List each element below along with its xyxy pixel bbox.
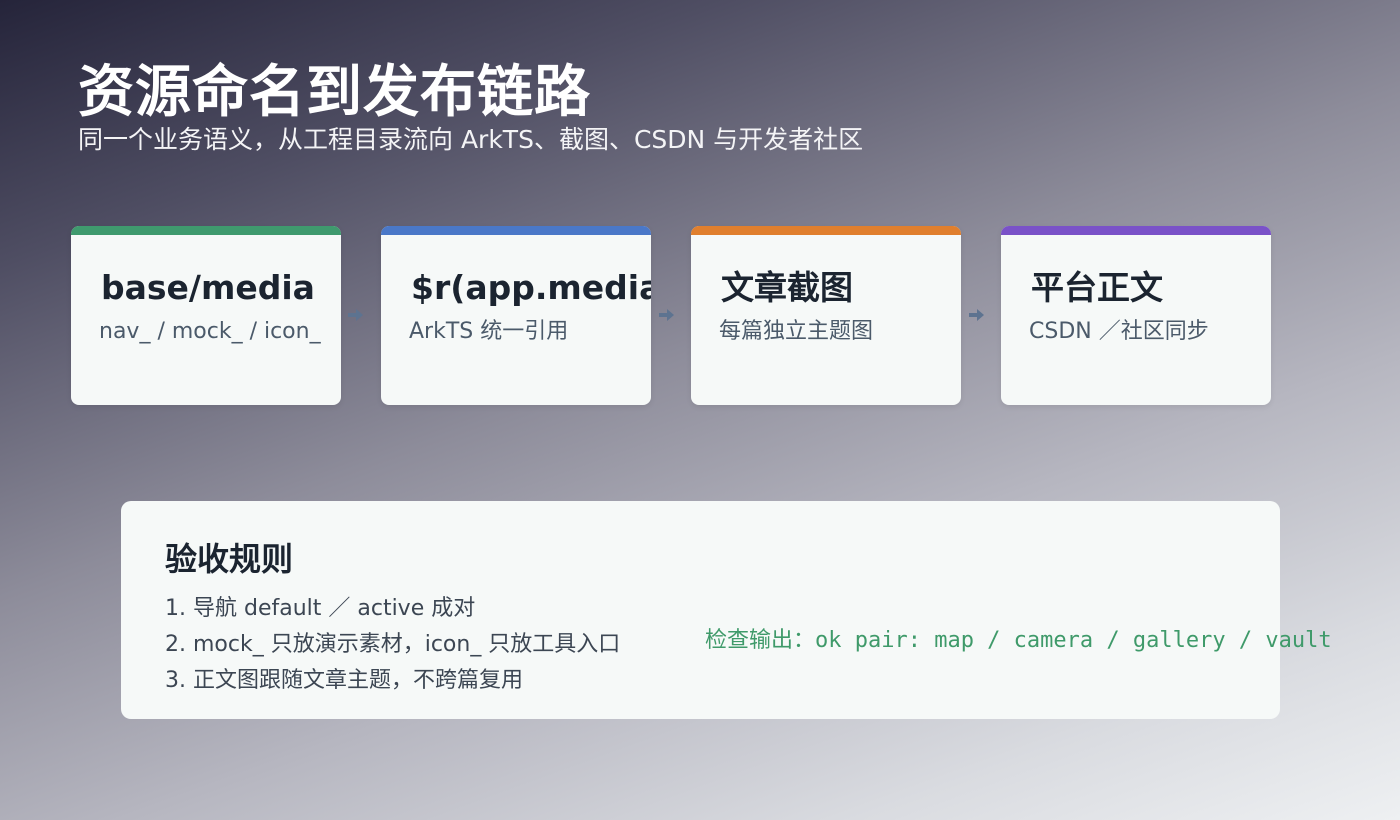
arrow-right-icon [969,309,984,321]
card-accent-bar [1001,226,1271,235]
pipeline-card-article-screenshot: 文章截图 每篇独立主题图 [691,226,961,405]
pipeline-card-platform-body: 平台正文 CSDN ／社区同步 [1001,226,1271,405]
arrow-right-icon [348,309,363,321]
acceptance-rules-panel: 验收规则 1. 导航 default ／ active 成对 2. mock_ … [121,501,1332,719]
check-output: 检查输出：ok pair: map / camera / gallery / v… [705,628,1332,653]
card-subtitle: ArkTS 统一引用 [409,319,569,344]
card-accent-bar [691,226,961,235]
rule-item: 2. mock_ 只放演示素材，icon_ 只放工具入口 [165,632,621,657]
card-title: base/media [101,268,315,307]
card-title: 文章截图 [721,268,853,307]
card-title: 平台正文 [1031,268,1163,307]
card-subtitle: 每篇独立主题图 [719,319,874,344]
rule-item: 1. 导航 default ／ active 成对 [165,596,476,621]
arrow-right-icon [659,309,674,321]
pipeline-card-base-media: base/media nav_ / mock_ / icon_ [71,226,341,405]
rules-list: 1. 导航 default ／ active 成对 2. mock_ 只放演示素… [165,591,620,699]
card-accent-bar [71,226,341,235]
card-subtitle: nav_ / mock_ / icon_ [99,319,321,344]
rules-title: 验收规则 [165,540,294,578]
card-subtitle: CSDN ／社区同步 [1029,319,1209,344]
rule-item: 3. 正文图跟随文章主题，不跨篇复用 [165,668,523,693]
card-accent-bar [381,226,651,235]
pipeline-card-app-media: $r(app.media) ArkTS 统一引用 [381,226,651,405]
page-subtitle: 同一个业务语义，从工程目录流向 ArkTS、截图、CSDN 与开发者社区 [78,125,864,154]
page-title: 资源命名到发布链路 [78,60,591,125]
card-title: $r(app.media) [411,268,651,307]
